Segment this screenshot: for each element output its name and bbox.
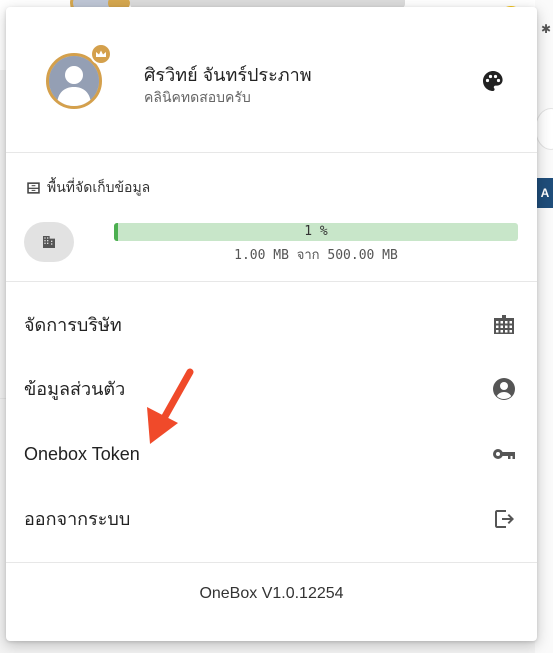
menu-item-label: จัดการบริษัท (24, 315, 122, 335)
app-version: OneBox V1.0.12254 (199, 585, 344, 602)
storage-company-button[interactable] (24, 222, 74, 262)
divider (6, 281, 537, 282)
background-right-panel: ✱ (535, 0, 553, 653)
key-icon (493, 449, 515, 459)
divider (6, 562, 537, 563)
user-name: ศิรวิทย์ จันทร์ประภาพ (144, 65, 312, 85)
palette-icon[interactable] (481, 69, 505, 93)
background-settings-icon[interactable]: ✱ (541, 22, 551, 36)
storage-usage-text: 1.00 MB จาก 500.00 MB (234, 248, 398, 263)
inbox-storage-icon (27, 182, 40, 194)
menu-item-manage-company[interactable]: จัดการบริษัท (6, 295, 537, 355)
menu-item-label: ข้อมูลส่วนตัว (24, 379, 126, 399)
storage-progress-bar: 1 % (114, 223, 518, 241)
building-icon (43, 236, 55, 248)
building-icon (494, 315, 514, 334)
menu-item-label: ออกจากระบบ (24, 509, 131, 529)
account-circle-icon (493, 378, 515, 400)
storage-title-label: พื้นที่จัดเก็บข้อมูล (47, 179, 151, 195)
menu-item-label: Onebox Token (24, 444, 140, 464)
menu-item-logout[interactable]: ออกจากระบบ (6, 489, 537, 549)
user-organization: คลินิคทดสอบครับ (144, 89, 251, 105)
background-side-badge[interactable]: A (537, 178, 553, 208)
profile-header: ศิรวิทย์ จันทร์ประภาพ คลินิคทดสอบครับ (6, 7, 537, 152)
person-silhouette-icon (49, 56, 99, 106)
divider (6, 152, 537, 153)
profile-menu: ศิรวิทย์ จันทร์ประภาพ คลินิคทดสอบครับ พื… (6, 7, 537, 641)
logout-icon (495, 510, 514, 528)
menu-item-profile[interactable]: ข้อมูลส่วนตัว (6, 359, 537, 419)
crown-badge-icon (90, 43, 112, 65)
avatar[interactable] (46, 43, 112, 109)
storage-section-title: พื้นที่จัดเก็บข้อมูล (26, 177, 150, 199)
storage-percent-label: 1 % (304, 224, 328, 239)
menu-item-onebox-token[interactable]: Onebox Token (6, 424, 537, 484)
